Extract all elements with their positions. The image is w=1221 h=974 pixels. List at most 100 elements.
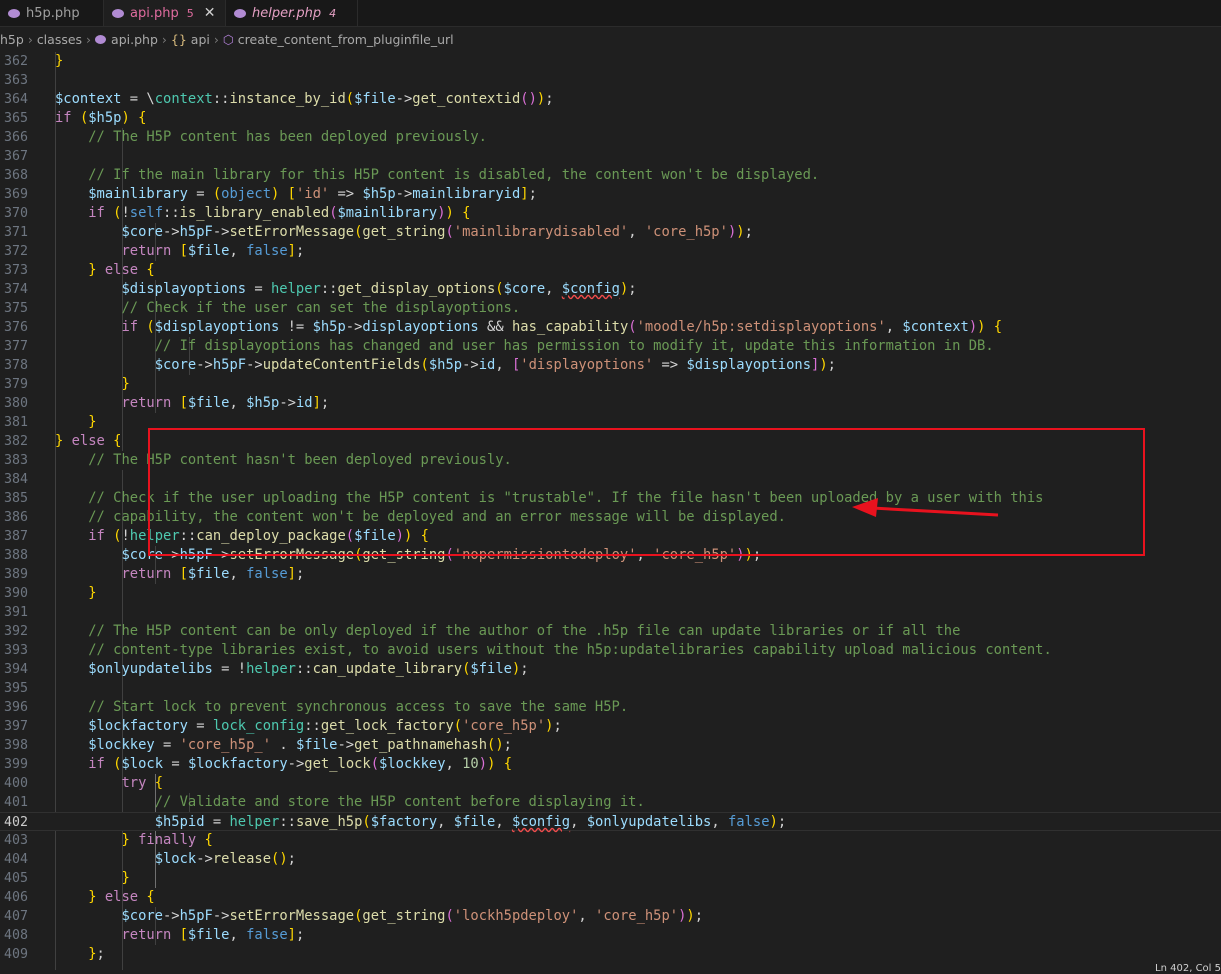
code-text[interactable]: if ($h5p) { bbox=[55, 109, 146, 128]
code-text[interactable]: return [$file, $h5p->id]; bbox=[55, 394, 329, 413]
code-line[interactable]: 405 } bbox=[0, 869, 1221, 888]
code-line[interactable]: 390 } bbox=[0, 584, 1221, 603]
code-line[interactable]: 378 $core->h5pF->updateContentFields($h5… bbox=[0, 356, 1221, 375]
code-line[interactable]: 409 }; bbox=[0, 945, 1221, 964]
code-line[interactable]: 399 if ($lock = $lockfactory->get_lock($… bbox=[0, 755, 1221, 774]
code-line[interactable]: 370 if (!self::is_library_enabled($mainl… bbox=[0, 204, 1221, 223]
code-text[interactable]: $h5pid = helper::save_h5p($factory, $fil… bbox=[55, 813, 786, 832]
code-line[interactable]: 393 // content-type libraries exist, to … bbox=[0, 641, 1221, 660]
line-number: 397 bbox=[3, 719, 28, 734]
line-number: 366 bbox=[3, 130, 28, 145]
code-text[interactable]: } bbox=[55, 52, 63, 71]
code-text[interactable]: } finally { bbox=[55, 831, 212, 850]
code-text[interactable]: if ($displayoptions != $h5p->displayopti… bbox=[55, 318, 1002, 337]
code-text[interactable]: $onlyupdatelibs = !helper::can_update_li… bbox=[55, 660, 528, 679]
code-line[interactable]: 367 bbox=[0, 147, 1221, 166]
code-line[interactable]: 389 return [$file, false]; bbox=[0, 565, 1221, 584]
code-text[interactable]: $context = \context::instance_by_id($fil… bbox=[55, 90, 554, 109]
code-line[interactable]: 365 if ($h5p) { bbox=[0, 109, 1221, 128]
code-text[interactable]: } bbox=[55, 869, 129, 888]
cursor-position-status[interactable]: Ln 402, Col 5 bbox=[1155, 963, 1221, 974]
code-text[interactable]: $displayoptions = helper::get_display_op… bbox=[55, 280, 636, 299]
code-line[interactable]: 377 // If displayoptions has changed and… bbox=[0, 337, 1221, 356]
tab-helper-php[interactable]: helper.php 4 bbox=[226, 0, 358, 26]
code-text[interactable]: $lockfactory = lock_config::get_lock_fac… bbox=[55, 717, 562, 736]
code-line[interactable]: 371 $core->h5pF->setErrorMessage(get_str… bbox=[0, 223, 1221, 242]
code-line[interactable]: 394 $onlyupdatelibs = !helper::can_updat… bbox=[0, 660, 1221, 679]
code-line[interactable]: 380 return [$file, $h5p->id]; bbox=[0, 394, 1221, 413]
tab-h5p-php[interactable]: h5p.php bbox=[0, 0, 104, 26]
code-line[interactable]: 362} bbox=[0, 52, 1221, 71]
code-line[interactable]: 368 // If the main library for this H5P … bbox=[0, 166, 1221, 185]
line-number: 364 bbox=[3, 92, 28, 107]
code-line[interactable]: 391 bbox=[0, 603, 1221, 622]
code-text[interactable]: // Check if the user can set the display… bbox=[55, 299, 520, 318]
code-text[interactable]: } else { bbox=[55, 432, 121, 451]
code-text[interactable]: } else { bbox=[55, 261, 154, 280]
code-line[interactable]: 407 $core->h5pF->setErrorMessage(get_str… bbox=[0, 907, 1221, 926]
code-line[interactable]: 396 // Start lock to prevent synchronous… bbox=[0, 698, 1221, 717]
code-line[interactable]: 400 try { bbox=[0, 774, 1221, 793]
code-text[interactable]: $lockkey = 'core_h5p_' . $file->get_path… bbox=[55, 736, 512, 755]
code-text[interactable]: } bbox=[55, 584, 96, 603]
code-text[interactable]: } bbox=[55, 413, 96, 432]
code-text[interactable]: try { bbox=[55, 774, 163, 793]
code-line[interactable]: 375 // Check if the user can set the dis… bbox=[0, 299, 1221, 318]
code-line[interactable]: 392 // The H5P content can be only deplo… bbox=[0, 622, 1221, 641]
code-line[interactable]: 372 return [$file, false]; bbox=[0, 242, 1221, 261]
code-line[interactable]: 366 // The H5P content has been deployed… bbox=[0, 128, 1221, 147]
code-text[interactable]: // Start lock to prevent synchronous acc… bbox=[55, 698, 628, 717]
breadcrumb-file[interactable]: api.php bbox=[111, 32, 158, 47]
line-number: 386 bbox=[3, 510, 28, 525]
breadcrumb-method[interactable]: create_content_from_pluginfile_url bbox=[238, 32, 454, 47]
code-text[interactable]: $lock->release(); bbox=[55, 850, 296, 869]
code-text[interactable]: } bbox=[55, 375, 129, 394]
code-text[interactable]: } else { bbox=[55, 888, 154, 907]
code-line[interactable]: 363 bbox=[0, 71, 1221, 90]
code-text[interactable]: // Validate and store the H5P content be… bbox=[55, 793, 645, 812]
line-number: 387 bbox=[3, 529, 28, 544]
code-text[interactable]: return [$file, false]; bbox=[55, 926, 304, 945]
code-text[interactable]: $core->h5pF->setErrorMessage(get_string(… bbox=[55, 223, 752, 242]
breadcrumb-folder-h5p[interactable]: h5p bbox=[0, 32, 24, 47]
code-text[interactable]: $core->h5pF->updateContentFields($h5p->i… bbox=[55, 356, 836, 375]
code-text[interactable]: // The H5P content has been deployed pre… bbox=[55, 128, 487, 147]
code-text[interactable]: }; bbox=[55, 945, 105, 964]
tab-label: helper.php bbox=[252, 5, 322, 21]
line-number: 407 bbox=[3, 909, 28, 924]
code-line[interactable]: 364 $context = \context::instance_by_id($… bbox=[0, 90, 1221, 109]
code-line[interactable]: 408 return [$file, false]; bbox=[0, 926, 1221, 945]
code-text[interactable]: // The H5P content can be only deployed … bbox=[55, 622, 960, 641]
code-line[interactable]: 406 } else { bbox=[0, 888, 1221, 907]
code-text[interactable]: $core->h5pF->setErrorMessage(get_string(… bbox=[55, 907, 703, 926]
code-line[interactable]: 376 if ($displayoptions != $h5p->display… bbox=[0, 318, 1221, 337]
code-line[interactable]: 395 bbox=[0, 679, 1221, 698]
code-line[interactable]: 403 } finally { bbox=[0, 831, 1221, 850]
annotation-arrow-icon bbox=[852, 498, 999, 517]
code-text[interactable]: // content-type libraries exist, to avoi… bbox=[55, 641, 1052, 660]
code-text[interactable]: $mainlibrary = (object) ['id' => $h5p->m… bbox=[55, 185, 537, 204]
code-text[interactable]: if ($lock = $lockfactory->get_lock($lock… bbox=[55, 755, 512, 774]
tab-api-php[interactable]: api.php 5 ✕ bbox=[104, 0, 226, 26]
line-number: 363 bbox=[3, 73, 28, 88]
line-number: 370 bbox=[3, 206, 28, 221]
code-line[interactable]: 401 // Validate and store the H5P conten… bbox=[0, 793, 1221, 812]
code-line[interactable]: 397 $lockfactory = lock_config::get_lock… bbox=[0, 717, 1221, 736]
code-text[interactable]: return [$file, false]; bbox=[55, 565, 304, 584]
code-line[interactable]: 374 $displayoptions = helper::get_displa… bbox=[0, 280, 1221, 299]
line-number: 376 bbox=[3, 320, 28, 335]
code-line[interactable]: 379 } bbox=[0, 375, 1221, 394]
code-line[interactable]: 369 $mainlibrary = (object) ['id' => $h5… bbox=[0, 185, 1221, 204]
code-text[interactable]: // If displayoptions has changed and use… bbox=[55, 337, 994, 356]
code-line[interactable]: 373 } else { bbox=[0, 261, 1221, 280]
line-number: 409 bbox=[3, 947, 28, 962]
code-text[interactable]: // If the main library for this H5P cont… bbox=[55, 166, 819, 185]
code-text[interactable]: if (!self::is_library_enabled($mainlibra… bbox=[55, 204, 470, 223]
code-text[interactable]: return [$file, false]; bbox=[55, 242, 304, 261]
close-icon[interactable]: ✕ bbox=[204, 5, 216, 21]
breadcrumb-namespace[interactable]: api bbox=[191, 32, 210, 47]
code-line[interactable]: 398 $lockkey = 'core_h5p_' . $file->get_… bbox=[0, 736, 1221, 755]
breadcrumb-folder-classes[interactable]: classes bbox=[37, 32, 82, 47]
code-line[interactable]: 402 $h5pid = helper::save_h5p($factory, … bbox=[0, 812, 1221, 831]
code-line[interactable]: 404 $lock->release(); bbox=[0, 850, 1221, 869]
